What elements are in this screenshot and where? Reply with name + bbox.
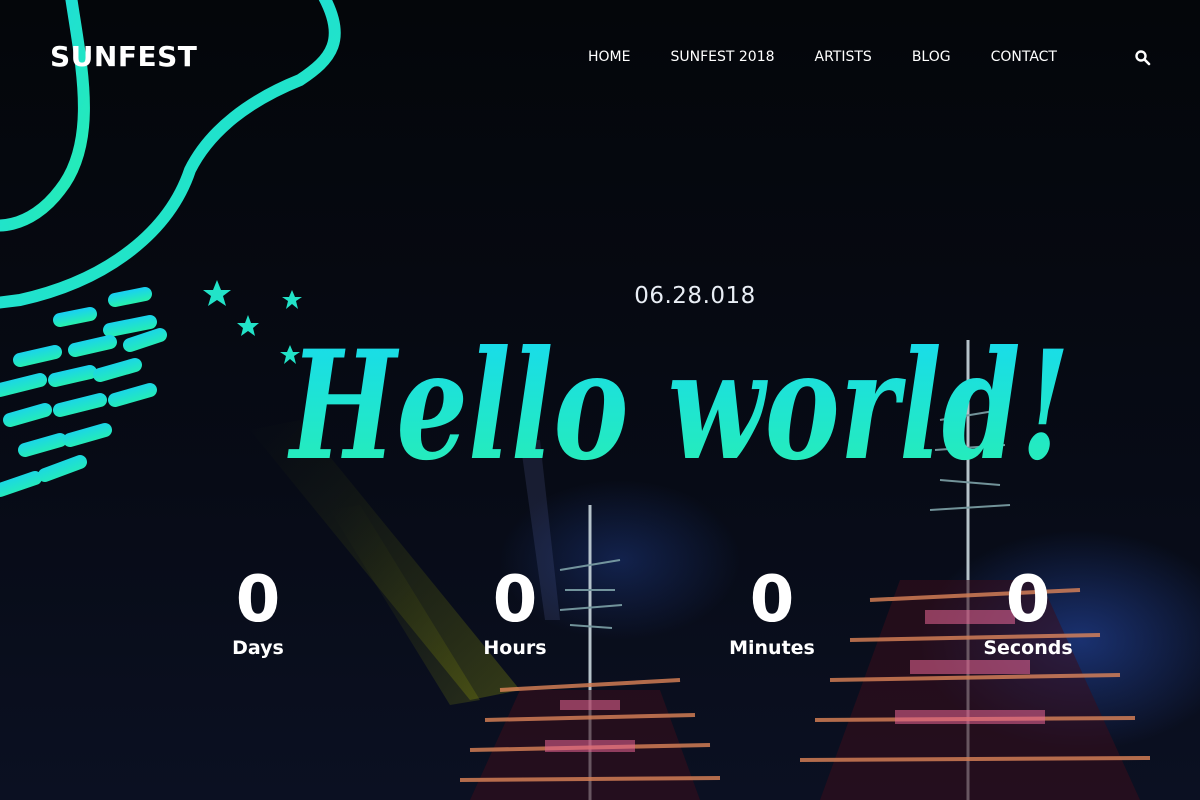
countdown-days-label: Days — [232, 637, 284, 659]
countdown-seconds: 0 Seconds — [958, 565, 1098, 659]
svg-text:Hello world!: Hello world! — [287, 318, 1070, 494]
countdown-seconds-label: Seconds — [983, 637, 1073, 659]
countdown-minutes-value: 0 — [749, 563, 795, 637]
countdown-minutes-label: Minutes — [729, 637, 815, 659]
countdown-hours-value: 0 — [492, 563, 538, 637]
countdown-days: 0 Days — [188, 565, 328, 659]
countdown-hours: 0 Hours — [445, 565, 585, 659]
countdown-minutes: 0 Minutes — [702, 565, 842, 659]
hero-title: Hello world! — [287, 318, 1070, 494]
countdown-days-value: 0 — [235, 563, 281, 637]
countdown-seconds-value: 0 — [1005, 563, 1051, 637]
countdown-hours-label: Hours — [483, 637, 547, 659]
